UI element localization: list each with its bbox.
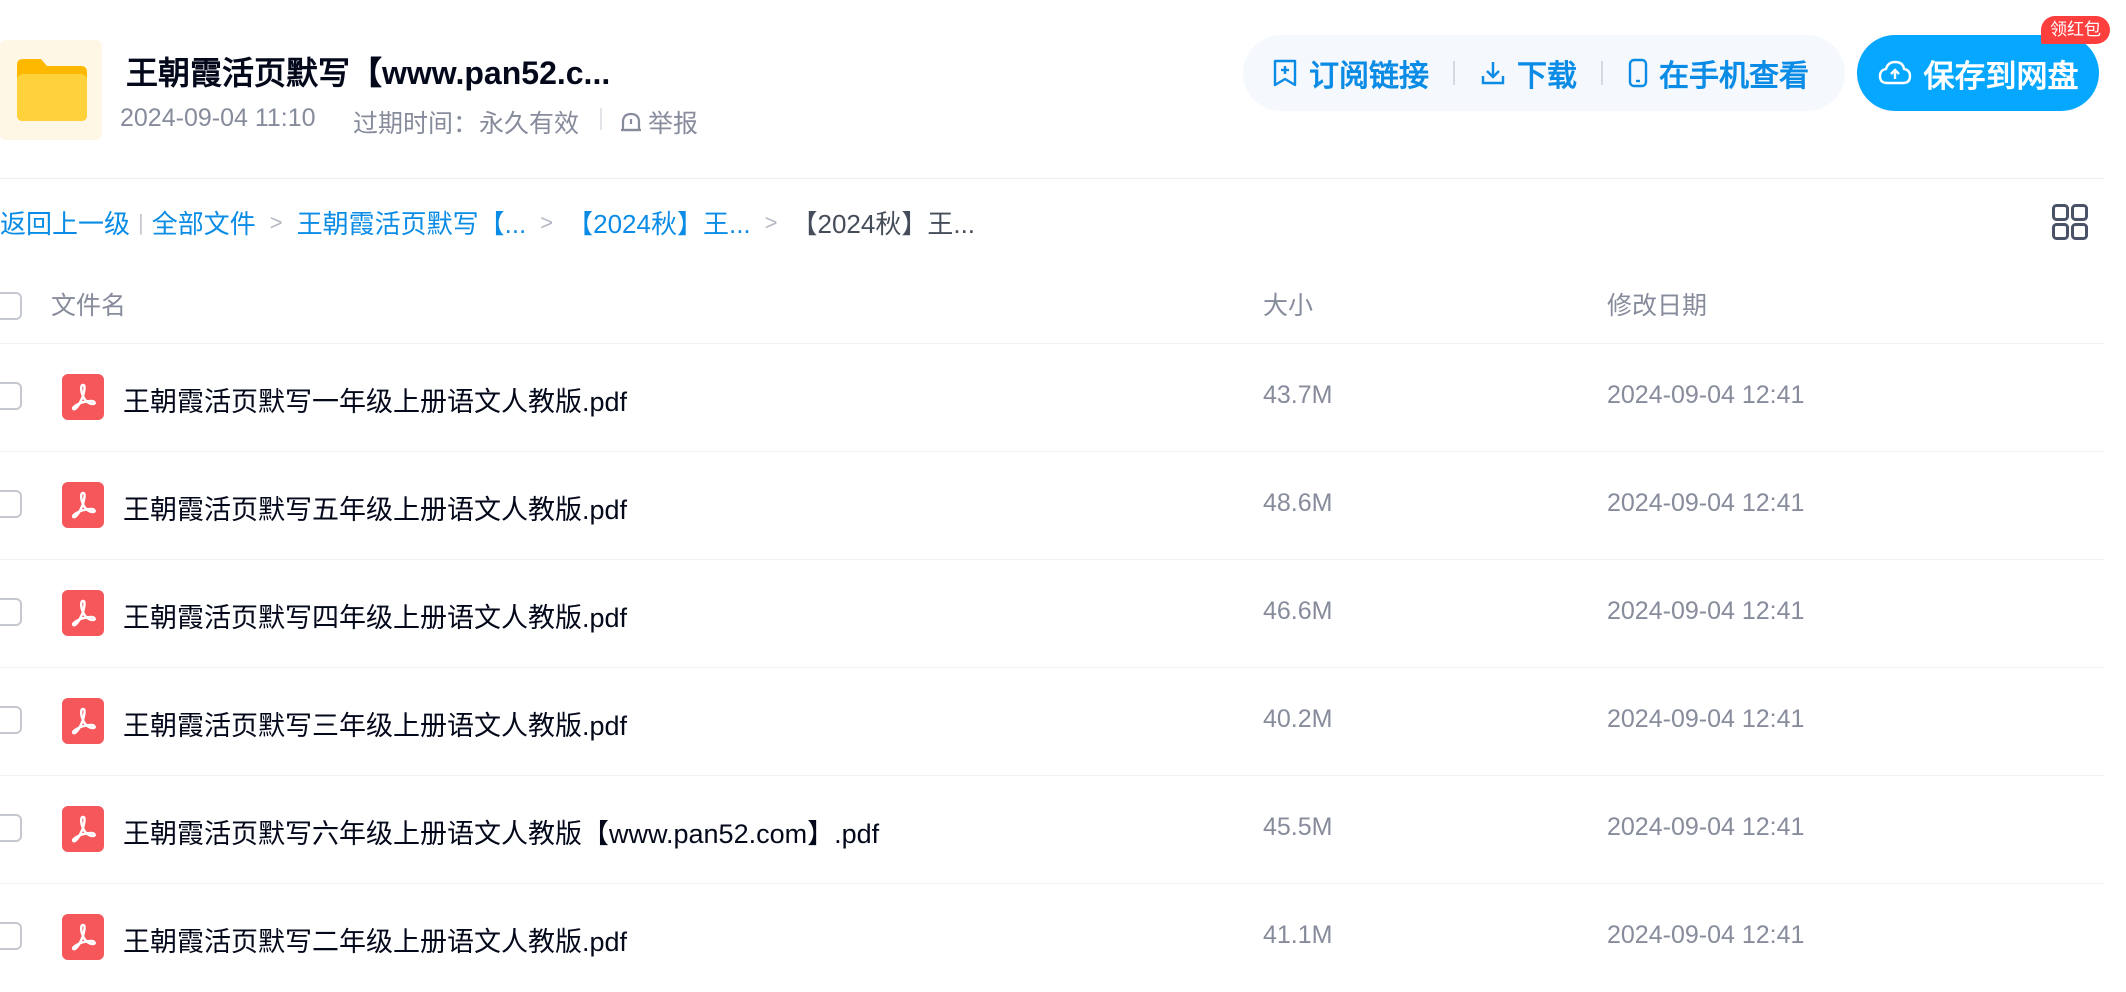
download-label: 下载 (1517, 60, 1577, 93)
file-size: 48.6M (1263, 489, 1333, 517)
share-date: 2024-09-04 11:10 (120, 104, 316, 132)
pdf-icon (62, 914, 104, 960)
breadcrumb-current: 【2024秋】王... (791, 209, 976, 239)
pdf-icon (62, 374, 104, 420)
breadcrumb: 返回上一级 | 全部文件 > 王朝霞活页默写【... > 【2024秋】王...… (0, 204, 975, 241)
grid-view-icon[interactable] (2052, 204, 2088, 240)
report-label: 举报 (648, 110, 699, 138)
file-name[interactable]: 王朝霞活页默写三年级上册语文人教版.pdf (123, 704, 627, 743)
row-checkbox[interactable] (0, 706, 22, 734)
subscribe-label: 订阅链接 (1309, 60, 1429, 93)
file-date: 2024-09-04 12:41 (1607, 921, 1805, 949)
header-divider (0, 178, 2104, 179)
expire-label: 过期时间： (353, 110, 479, 138)
breadcrumb-all-files[interactable]: 全部文件 (152, 204, 256, 241)
breadcrumb-pipe: | (138, 209, 144, 235)
action-divider (1453, 61, 1455, 85)
file-name[interactable]: 王朝霞活页默写四年级上册语文人教版.pdf (123, 596, 627, 635)
row-checkbox[interactable] (0, 490, 22, 518)
table-row[interactable]: 王朝霞活页默写三年级上册语文人教版.pdf 40.2M 2024-09-04 1… (0, 668, 2104, 776)
save-to-netdisk-button[interactable]: 保存到网盘 (1857, 35, 2099, 111)
action-divider (1601, 61, 1603, 85)
pdf-icon (62, 482, 104, 528)
view-on-phone-label: 在手机查看 (1659, 60, 1809, 93)
file-date: 2024-09-04 12:41 (1607, 597, 1805, 625)
row-checkbox[interactable] (0, 598, 22, 626)
breadcrumb-separator: > (764, 209, 778, 235)
folder-thumbnail (0, 40, 102, 140)
download-button[interactable]: 下载 (1479, 51, 1577, 95)
table-row[interactable]: 王朝霞活页默写一年级上册语文人教版.pdf 43.7M 2024-09-04 1… (0, 344, 2104, 452)
pdf-icon (62, 698, 104, 744)
subscribe-icon (1273, 59, 1297, 87)
breadcrumb-back[interactable]: 返回上一级 (0, 204, 130, 241)
share-title: 王朝霞活页默写【www.pan52.c... (126, 55, 611, 91)
cloud-upload-icon (1878, 60, 1911, 85)
breadcrumb-level2[interactable]: 【2024秋】王... (567, 204, 751, 241)
pdf-icon (62, 590, 104, 636)
table-row[interactable]: 王朝霞活页默写六年级上册语文人教版【www.pan52.com】.pdf 45.… (0, 776, 2104, 884)
row-checkbox[interactable] (0, 814, 22, 842)
breadcrumb-separator: > (540, 209, 554, 235)
table-row[interactable]: 王朝霞活页默写五年级上册语文人教版.pdf 48.6M 2024-09-04 1… (0, 452, 2104, 560)
breadcrumb-separator: > (269, 209, 283, 235)
download-icon (1481, 62, 1505, 85)
select-all-checkbox[interactable] (0, 292, 22, 320)
pdf-icon (62, 806, 104, 852)
file-size: 45.5M (1263, 813, 1333, 841)
save-label: 保存到网盘 (1923, 58, 2079, 94)
phone-icon (1628, 58, 1648, 88)
table-row[interactable]: 王朝霞活页默写二年级上册语文人教版.pdf 41.1M 2024-09-04 1… (0, 884, 2104, 992)
row-checkbox[interactable] (0, 382, 22, 410)
column-header-date[interactable]: 修改日期 (1607, 286, 1707, 322)
report-link[interactable]: 举报 (618, 104, 698, 140)
file-date: 2024-09-04 12:41 (1607, 381, 1805, 409)
file-name[interactable]: 王朝霞活页默写六年级上册语文人教版【www.pan52.com】.pdf (123, 812, 879, 851)
meta-divider (600, 108, 602, 130)
folder-icon (17, 59, 87, 121)
subscribe-link-button[interactable]: 订阅链接 (1271, 51, 1429, 95)
column-header-name[interactable]: 文件名 (51, 286, 126, 322)
expire-value: 永久有效 (479, 110, 580, 138)
breadcrumb-level1[interactable]: 王朝霞活页默写【... (297, 204, 527, 241)
file-size: 40.2M (1263, 705, 1333, 733)
file-date: 2024-09-04 12:41 (1607, 489, 1805, 517)
view-on-phone-button[interactable]: 在手机查看 (1627, 51, 1809, 95)
file-date: 2024-09-04 12:41 (1607, 705, 1805, 733)
file-name[interactable]: 王朝霞活页默写五年级上册语文人教版.pdf (123, 488, 627, 527)
column-header-size[interactable]: 大小 (1263, 286, 1313, 322)
file-size: 41.1M (1263, 921, 1333, 949)
file-size: 43.7M (1263, 381, 1333, 409)
row-checkbox[interactable] (0, 922, 22, 950)
file-name[interactable]: 王朝霞活页默写二年级上册语文人教版.pdf (123, 920, 627, 959)
file-name[interactable]: 王朝霞活页默写一年级上册语文人教版.pdf (123, 380, 627, 419)
report-icon (621, 112, 641, 132)
red-packet-badge[interactable]: 领红包 (2041, 16, 2110, 44)
file-date: 2024-09-04 12:41 (1607, 813, 1805, 841)
table-row[interactable]: 王朝霞活页默写四年级上册语文人教版.pdf 46.6M 2024-09-04 1… (0, 560, 2104, 668)
file-size: 46.6M (1263, 597, 1333, 625)
action-bar: 订阅链接 下载 在手机查看 (1243, 35, 1845, 111)
